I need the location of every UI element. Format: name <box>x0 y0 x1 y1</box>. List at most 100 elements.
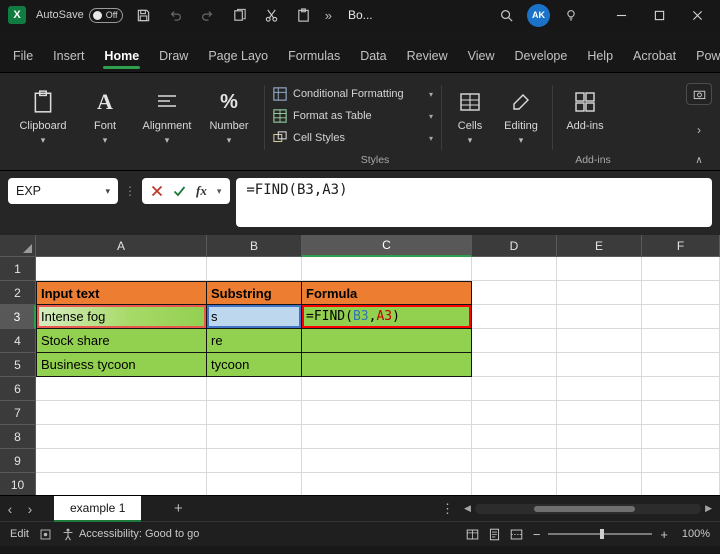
row-header-10[interactable]: 10 <box>0 473 36 495</box>
scroll-left-icon[interactable]: ◀ <box>464 503 471 514</box>
cell-e7[interactable] <box>557 401 642 425</box>
tab-file[interactable]: File <box>4 42 42 72</box>
cell-b9[interactable] <box>207 449 302 473</box>
column-header-d[interactable]: D <box>472 235 557 257</box>
alignment-group-button[interactable]: Alignment ▾ <box>136 79 198 168</box>
save-button[interactable] <box>133 4 155 26</box>
cell-b1[interactable] <box>207 257 302 281</box>
cell-a10[interactable] <box>36 473 207 495</box>
row-header-8[interactable]: 8 <box>0 425 36 449</box>
cell-a8[interactable] <box>36 425 207 449</box>
clipboard-group-button[interactable]: Clipboard ▾ <box>12 79 74 168</box>
excel-logo-icon[interactable]: X <box>8 6 26 24</box>
insert-function-button[interactable]: fx <box>196 183 207 199</box>
next-sheet-button[interactable]: › <box>20 501 40 517</box>
cell-b7[interactable] <box>207 401 302 425</box>
cell-c5[interactable] <box>302 353 472 377</box>
select-all-button[interactable] <box>0 235 36 257</box>
cell-d8[interactable] <box>472 425 557 449</box>
cell-e5[interactable] <box>557 353 642 377</box>
row-header-7[interactable]: 7 <box>0 401 36 425</box>
page-layout-view-icon[interactable] <box>488 528 501 541</box>
cell-e2[interactable] <box>557 281 642 305</box>
editing-group-button[interactable]: Editing ▾ <box>494 79 548 168</box>
conditional-formatting-button[interactable]: Conditional Formatting ▾ <box>269 85 437 103</box>
tab-insert[interactable]: Insert <box>44 42 93 72</box>
minimize-button[interactable] <box>606 4 636 26</box>
cell-c2[interactable]: Formula <box>302 281 472 305</box>
page-break-view-icon[interactable] <box>510 528 523 541</box>
cell-f2[interactable] <box>642 281 720 305</box>
cell-f10[interactable] <box>642 473 720 495</box>
cell-a1[interactable] <box>36 257 207 281</box>
cell-f3[interactable] <box>642 305 720 329</box>
row-header-3[interactable]: 3 <box>0 305 36 329</box>
row-header-5[interactable]: 5 <box>0 353 36 377</box>
horizontal-scrollbar[interactable]: ◀ ▶ <box>464 502 712 516</box>
cell-f1[interactable] <box>642 257 720 281</box>
column-header-b[interactable]: B <box>207 235 302 257</box>
cell-e9[interactable] <box>557 449 642 473</box>
cell-f6[interactable] <box>642 377 720 401</box>
cell-c8[interactable] <box>302 425 472 449</box>
cell-f8[interactable] <box>642 425 720 449</box>
column-header-f[interactable]: F <box>642 235 720 257</box>
cell-d10[interactable] <box>472 473 557 495</box>
normal-view-icon[interactable] <box>466 528 479 541</box>
scroll-right-icon[interactable]: ▶ <box>705 503 712 514</box>
row-header-6[interactable]: 6 <box>0 377 36 401</box>
sheet-options-button[interactable]: ⋮ <box>431 501 464 517</box>
cell-d5[interactable] <box>472 353 557 377</box>
scrollbar-thumb[interactable] <box>534 506 636 512</box>
cell-a6[interactable] <box>36 377 207 401</box>
cells-group-button[interactable]: Cells ▾ <box>446 79 494 168</box>
cell-b6[interactable] <box>207 377 302 401</box>
tab-page-layout[interactable]: Page Layo <box>199 42 277 72</box>
autosave-switch[interactable]: Off <box>89 8 123 23</box>
addin-shortcut-button[interactable] <box>686 83 712 105</box>
cell-a2[interactable]: Input text <box>36 281 207 305</box>
new-sheet-button[interactable]: + <box>165 500 191 517</box>
paste-button[interactable] <box>293 4 315 26</box>
cell-e6[interactable] <box>557 377 642 401</box>
tab-draw[interactable]: Draw <box>150 42 197 72</box>
cell-c6[interactable] <box>302 377 472 401</box>
zoom-level[interactable]: 100% <box>676 528 710 540</box>
cell-a9[interactable] <box>36 449 207 473</box>
tab-review[interactable]: Review <box>398 42 457 72</box>
name-box[interactable]: EXP ▾ <box>8 178 118 204</box>
ribbon-scroll-right-button[interactable]: › <box>697 123 701 137</box>
cell-d2[interactable] <box>472 281 557 305</box>
collapse-ribbon-button[interactable]: ∧ <box>695 155 702 166</box>
cell-f4[interactable] <box>642 329 720 353</box>
cut-button[interactable] <box>261 4 283 26</box>
tab-data[interactable]: Data <box>351 42 395 72</box>
cell-b2[interactable]: Substring <box>207 281 302 305</box>
zoom-out-button[interactable]: − <box>533 527 541 542</box>
cell-c7[interactable] <box>302 401 472 425</box>
row-header-2[interactable]: 2 <box>0 281 36 305</box>
cell-c9[interactable] <box>302 449 472 473</box>
column-header-e[interactable]: E <box>557 235 642 257</box>
row-header-4[interactable]: 4 <box>0 329 36 353</box>
accessibility-status[interactable]: Accessibility: Good to go <box>62 528 199 541</box>
tab-developer[interactable]: Develope <box>505 42 576 72</box>
cell-f5[interactable] <box>642 353 720 377</box>
tab-power-pivot[interactable]: Power Piv <box>687 42 720 72</box>
cell-d6[interactable] <box>472 377 557 401</box>
cell-b8[interactable] <box>207 425 302 449</box>
autosave-toggle[interactable]: AutoSave Off <box>36 8 123 23</box>
column-header-c[interactable]: C <box>302 235 472 257</box>
cell-d7[interactable] <box>472 401 557 425</box>
redo-button[interactable] <box>197 4 219 26</box>
cell-b3[interactable]: s <box>207 305 302 329</box>
column-header-a[interactable]: A <box>36 235 207 257</box>
format-as-table-button[interactable]: Format as Table ▾ <box>269 107 437 125</box>
undo-button[interactable] <box>165 4 187 26</box>
zoom-slider[interactable] <box>548 533 652 535</box>
tell-me-button[interactable] <box>560 4 582 26</box>
tab-formulas[interactable]: Formulas <box>279 42 349 72</box>
cancel-entry-icon[interactable] <box>151 185 163 197</box>
cell-e3[interactable] <box>557 305 642 329</box>
cell-a5[interactable]: Business tycoon <box>36 353 207 377</box>
